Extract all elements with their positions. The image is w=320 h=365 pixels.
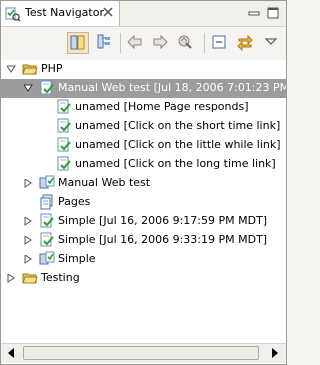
test-pass-icon <box>56 156 72 172</box>
tree-row-label: Pages <box>58 195 91 208</box>
minimize-icon[interactable] <box>246 6 262 20</box>
tree-row-unamed-little[interactable]: unamed [Click on the little while link] <box>1 136 286 155</box>
toolbar-separator <box>204 33 205 53</box>
tree-row-unamed-home[interactable]: unamed [Home Page responds] <box>1 98 286 117</box>
tree-row-label: unamed [Home Page responds] <box>75 100 249 113</box>
back-arrow-icon[interactable] <box>125 32 147 54</box>
collapsed-twisty-icon[interactable] <box>24 216 33 226</box>
expanded-twisty-icon[interactable] <box>6 64 16 73</box>
view-title: Test Navigator <box>25 6 104 19</box>
show-hierarchy-icon[interactable] <box>94 32 116 54</box>
expanded-twisty-icon[interactable] <box>23 83 33 92</box>
view-toolbar <box>1 27 286 61</box>
collapsed-twisty-icon[interactable] <box>24 178 33 188</box>
test-suite-icon <box>39 175 55 191</box>
show-tree-icon[interactable] <box>67 32 89 54</box>
scroll-left-icon[interactable] <box>4 345 20 361</box>
test-suite-icon <box>39 251 55 267</box>
refresh-icon[interactable] <box>175 32 197 54</box>
tree-row-label: PHP <box>41 62 63 75</box>
tree-row-simple-1[interactable]: Simple [Jul 16, 2006 9:17:59 PM MDT] <box>1 212 286 231</box>
tree-row-label: unamed [Click on the short time link] <box>75 119 281 132</box>
maximize-icon[interactable] <box>265 6 281 20</box>
test-pass-icon <box>56 137 72 153</box>
pages-icon <box>39 194 55 210</box>
tree-row-label: unamed [Click on the long time link] <box>75 157 276 170</box>
test-result-icon <box>39 213 55 229</box>
view-title-bar: Test Navigator <box>1 1 286 27</box>
tree-row-label: unamed [Click on the little while link] <box>75 138 281 151</box>
test-result-icon <box>39 232 55 248</box>
tree-row-php[interactable]: PHP <box>1 60 286 79</box>
forward-arrow-icon[interactable] <box>150 32 172 54</box>
tree-row-label: Testing <box>41 271 80 284</box>
tree-row-label: Manual Web test <box>58 176 151 189</box>
test-result-icon <box>39 80 55 96</box>
tree-row-pages[interactable]: Pages <box>1 193 286 212</box>
tree-row-manual-web-test-selected[interactable]: Manual Web test [Jul 18, 2006 7:01:23 PM… <box>1 79 286 98</box>
tree-row-label: Simple <box>58 252 96 265</box>
tree-row-unamed-long[interactable]: unamed [Click on the long time link] <box>1 155 286 174</box>
tree-row-simple-2[interactable]: Simple [Jul 16, 2006 9:33:19 PM MDT] <box>1 231 286 250</box>
tree-row-manual-web-test[interactable]: Manual Web test <box>1 174 286 193</box>
test-navigator-icon <box>5 6 21 25</box>
folder-open-icon <box>22 61 38 77</box>
scrollbar-thumb[interactable] <box>23 346 259 360</box>
test-pass-icon <box>56 118 72 134</box>
scroll-right-icon[interactable] <box>266 345 282 361</box>
tree-row-testing[interactable]: Testing <box>1 269 286 288</box>
tree-row-label: Simple [Jul 16, 2006 9:33:19 PM MDT] <box>58 233 268 246</box>
horizontal-scrollbar[interactable] <box>1 343 286 363</box>
test-tree: PHP Manual Web test [Jul 18, 2006 7:01:2… <box>1 60 286 343</box>
link-with-editor-icon[interactable] <box>235 32 257 54</box>
tree-row-label: Simple [Jul 16, 2006 9:17:59 PM MDT] <box>58 214 268 227</box>
collapsed-twisty-icon[interactable] <box>24 235 33 245</box>
folder-open-icon <box>22 270 38 286</box>
test-navigator-tab[interactable]: Test Navigator <box>1 1 120 26</box>
tree-row-simple-3[interactable]: Simple <box>1 250 286 269</box>
test-pass-icon <box>56 99 72 115</box>
close-icon[interactable] <box>102 6 114 21</box>
collapsed-twisty-icon[interactable] <box>7 273 16 283</box>
toolbar-separator <box>120 33 121 53</box>
collapse-all-icon[interactable] <box>209 32 231 54</box>
test-navigator-view: Test Navigator PHP Manual Web test [Jul … <box>0 0 287 365</box>
tree-row-unamed-short[interactable]: unamed [Click on the short time link] <box>1 117 286 136</box>
tree-row-label: Manual Web test [Jul 18, 2006 7:01:23 PM… <box>58 81 286 94</box>
view-menu-icon[interactable] <box>261 32 283 54</box>
collapsed-twisty-icon[interactable] <box>24 254 33 264</box>
